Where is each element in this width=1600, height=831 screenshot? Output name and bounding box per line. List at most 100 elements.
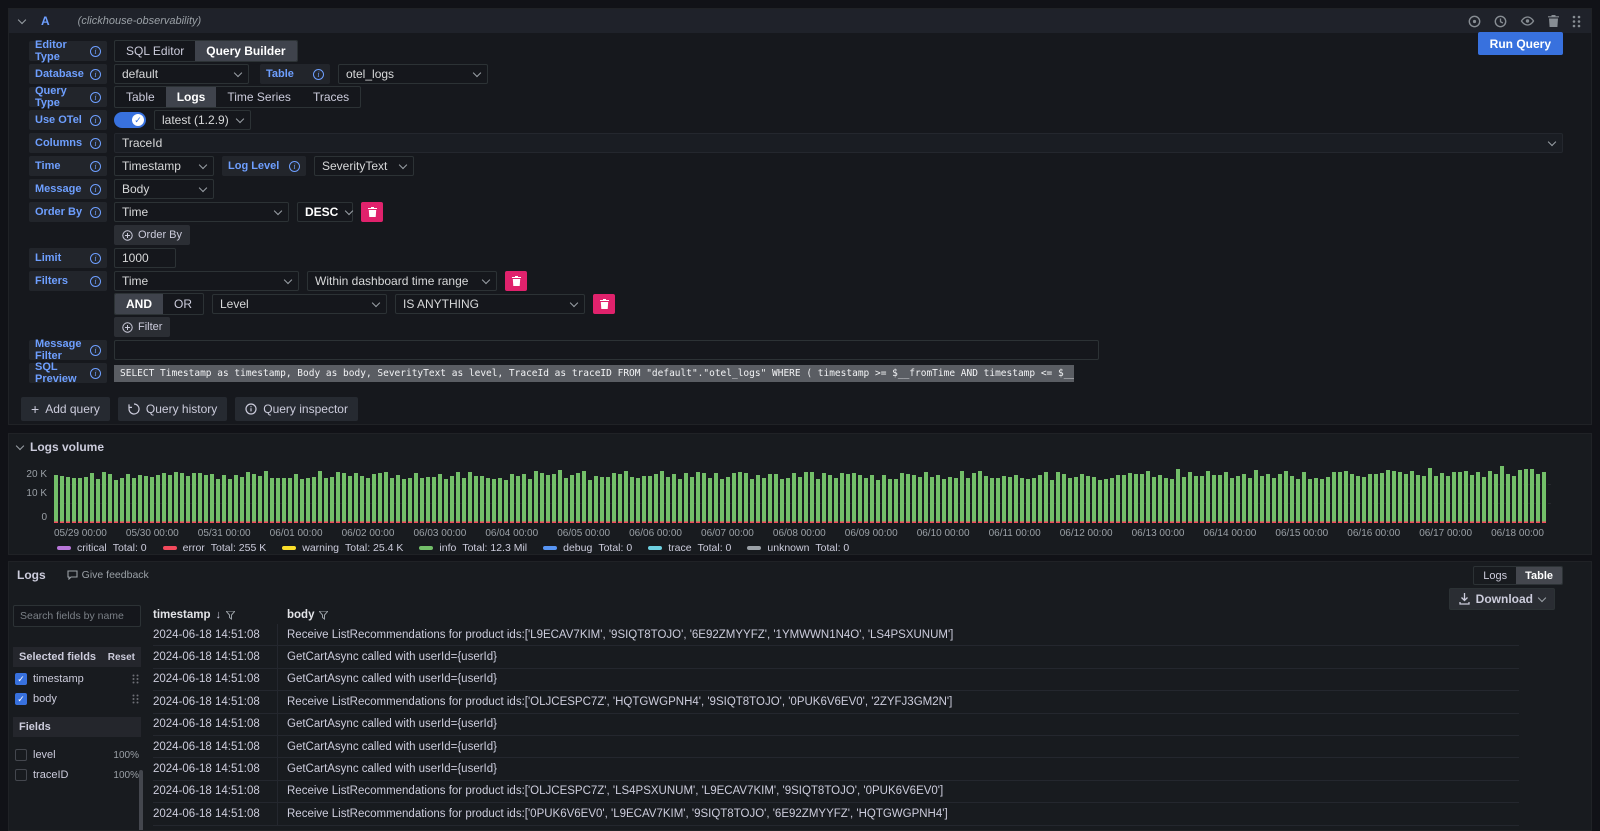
database-select[interactable]: default bbox=[114, 64, 249, 84]
filter-field-select[interactable]: Time bbox=[114, 271, 299, 291]
message-filter-input[interactable] bbox=[114, 340, 1099, 360]
add-query-button[interactable]: +Add query bbox=[21, 397, 110, 421]
table-select[interactable]: otel_logs bbox=[338, 64, 488, 84]
info-icon[interactable]: i bbox=[90, 46, 101, 57]
query-history-button[interactable]: Query history bbox=[118, 397, 227, 421]
order-by-field-select[interactable]: Time bbox=[114, 202, 289, 222]
legend-item-unknown[interactable]: unknownTotal: 0 bbox=[747, 542, 849, 554]
legend-item-warning[interactable]: warningTotal: 25.4 K bbox=[282, 542, 403, 554]
volume-bar bbox=[1266, 474, 1270, 523]
checkbox-checked[interactable]: ✓ bbox=[15, 693, 27, 705]
table-row[interactable]: 2024-06-18 14:51:08Receive ListRecommend… bbox=[153, 624, 1519, 646]
remove-filter2-button[interactable] bbox=[593, 294, 615, 314]
filter-icon[interactable] bbox=[319, 611, 328, 620]
option-and[interactable]: AND bbox=[115, 294, 163, 314]
info-icon[interactable]: i bbox=[90, 207, 101, 218]
checkbox-unchecked[interactable] bbox=[15, 769, 27, 781]
add-filter-button[interactable]: Filter bbox=[114, 317, 170, 337]
option-or[interactable]: OR bbox=[163, 294, 203, 314]
option-logs[interactable]: Logs bbox=[166, 87, 217, 107]
table-row[interactable]: 2024-06-18 14:51:08GetCartAsync called w… bbox=[153, 669, 1519, 691]
filter2-operator-select[interactable]: IS ANYTHING bbox=[395, 294, 585, 314]
x-tick: 06/08 00:00 bbox=[773, 528, 826, 539]
checkbox-checked[interactable]: ✓ bbox=[15, 673, 27, 685]
sort-desc-icon[interactable]: ↓ bbox=[216, 609, 222, 621]
info-icon[interactable]: i bbox=[90, 115, 101, 126]
table-row[interactable]: 2024-06-18 14:51:08Receive ListRecommend… bbox=[153, 803, 1519, 825]
legend-item-error[interactable]: errorTotal: 255 K bbox=[163, 542, 267, 554]
info-icon[interactable]: i bbox=[90, 276, 101, 287]
legend-item-critical[interactable]: criticalTotal: 0 bbox=[57, 542, 147, 554]
table-row[interactable]: 2024-06-18 14:51:08GetCartAsync called w… bbox=[153, 714, 1519, 736]
time-column-select[interactable]: Timestamp bbox=[114, 156, 214, 176]
option-sql-editor[interactable]: SQL Editor bbox=[115, 41, 195, 61]
info-icon[interactable]: i bbox=[90, 138, 101, 149]
drag-handle-icon[interactable] bbox=[132, 674, 139, 684]
table-row[interactable]: 2024-06-18 14:51:08GetCartAsync called w… bbox=[153, 736, 1519, 758]
info-icon[interactable]: i bbox=[90, 345, 101, 356]
order-direction-select[interactable]: DESC bbox=[297, 202, 353, 222]
query-inspector-button[interactable]: Query inspector bbox=[235, 397, 358, 421]
drag-handle-icon[interactable] bbox=[1572, 15, 1581, 28]
selected-field-body[interactable]: ✓ body bbox=[13, 691, 141, 707]
filter-operator-select[interactable]: Within dashboard time range bbox=[307, 271, 497, 291]
volume-bar bbox=[912, 475, 916, 523]
body-cell: GetCartAsync called with userId={userId} bbox=[278, 651, 497, 663]
message-column-select[interactable]: Body bbox=[114, 179, 214, 199]
info-icon[interactable]: i bbox=[313, 69, 324, 80]
duplicate-icon[interactable] bbox=[1468, 15, 1481, 28]
table-row[interactable]: 2024-06-18 14:51:08Receive ListRecommend… bbox=[153, 781, 1519, 803]
use-otel-toggle[interactable]: ✓ bbox=[114, 112, 146, 128]
otel-version-select[interactable]: latest (1.2.9) bbox=[154, 110, 251, 130]
option-time-series[interactable]: Time Series bbox=[216, 87, 302, 107]
option-query-builder[interactable]: Query Builder bbox=[195, 41, 296, 61]
info-icon[interactable]: i bbox=[90, 368, 101, 379]
info-icon[interactable]: i bbox=[90, 161, 101, 172]
search-fields-input[interactable] bbox=[13, 605, 141, 627]
body-column-header[interactable]: body bbox=[278, 609, 328, 621]
option-traces[interactable]: Traces bbox=[302, 87, 360, 107]
give-feedback-link[interactable]: Give feedback bbox=[67, 569, 149, 581]
volume-chart-plot[interactable] bbox=[54, 466, 1551, 523]
table-row[interactable]: 2024-06-18 14:51:08GetCartAsync called w… bbox=[153, 646, 1519, 668]
run-query-button[interactable]: Run Query bbox=[1478, 32, 1563, 55]
trash-icon bbox=[512, 276, 521, 286]
columns-multiselect[interactable]: TraceId bbox=[114, 133, 1563, 153]
info-icon[interactable]: i bbox=[289, 161, 300, 172]
info-icon[interactable]: i bbox=[90, 69, 101, 80]
selected-field-timestamp[interactable]: ✓ timestamp bbox=[13, 671, 141, 687]
history-icon[interactable] bbox=[1494, 15, 1507, 28]
toggle-logs-option[interactable]: Logs bbox=[1474, 567, 1516, 584]
field-level[interactable]: level 100% bbox=[13, 747, 141, 763]
trash-icon[interactable] bbox=[1548, 15, 1559, 27]
table-row[interactable]: 2024-06-18 14:51:08GetCartAsync called w… bbox=[153, 758, 1519, 780]
add-order-by-button[interactable]: Order By bbox=[114, 225, 190, 245]
info-icon[interactable]: i bbox=[90, 184, 101, 195]
collapse-chevron-icon[interactable] bbox=[18, 15, 26, 23]
toggle-table-option[interactable]: Table bbox=[1516, 567, 1562, 584]
limit-input[interactable]: 1000 bbox=[114, 248, 176, 268]
eye-icon[interactable] bbox=[1520, 16, 1535, 26]
filter2-field-select[interactable]: Level bbox=[212, 294, 387, 314]
drag-handle-icon[interactable] bbox=[132, 694, 139, 704]
table-row[interactable]: 2024-06-18 14:51:08Receive ListRecommend… bbox=[153, 691, 1519, 713]
option-table[interactable]: Table bbox=[115, 87, 166, 107]
timestamp-column-header[interactable]: timestamp ↓ bbox=[153, 609, 278, 621]
remove-filter-button[interactable] bbox=[505, 271, 527, 291]
checkbox-unchecked[interactable] bbox=[15, 749, 27, 761]
field-traceID[interactable]: traceID 100% bbox=[13, 767, 141, 783]
query-row-header[interactable]: A (clickhouse-observability) bbox=[9, 9, 1591, 33]
legend-item-info[interactable]: infoTotal: 12.3 Mil bbox=[419, 542, 527, 554]
remove-order-by-button[interactable] bbox=[361, 202, 383, 222]
filter-icon[interactable] bbox=[226, 611, 235, 620]
legend-item-trace[interactable]: traceTotal: 0 bbox=[648, 542, 731, 554]
legend-label: trace bbox=[668, 542, 691, 554]
reset-button[interactable]: Reset bbox=[108, 652, 135, 663]
info-icon[interactable]: i bbox=[90, 92, 101, 103]
logs-volume-title[interactable]: Logs volume bbox=[9, 434, 1591, 460]
legend-item-debug[interactable]: debugTotal: 0 bbox=[543, 542, 632, 554]
log-level-select[interactable]: SeverityText bbox=[314, 156, 414, 176]
logs-panel: Logs Give feedback Logs Table Download S… bbox=[8, 561, 1592, 831]
sidebar-scrollbar[interactable] bbox=[139, 770, 143, 831]
info-icon[interactable]: i bbox=[90, 253, 101, 264]
